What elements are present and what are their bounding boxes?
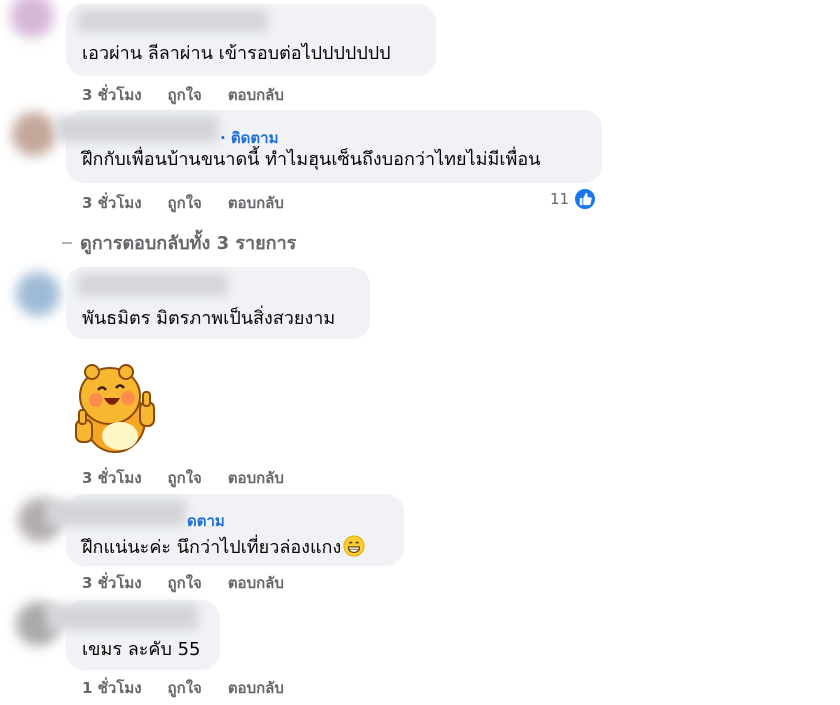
like-button[interactable]: ถูกใจ <box>168 191 202 215</box>
commenter-avatar[interactable] <box>16 272 60 316</box>
reply-button[interactable]: ตอบกลับ <box>228 83 284 107</box>
comment-thread: เอวผ่าน ลีลาผ่าน เข้ารอบต่อไปปปปปปป 3 ชั… <box>0 0 840 705</box>
thumbs-up-bear-sticker <box>75 364 155 453</box>
grinning-face-icon <box>343 535 365 557</box>
comment-text: ฝึกกับเพื่อนบ้านขนาดนี้ ทำไมฮุนเซ็นถึงบอ… <box>82 149 541 170</box>
comment-timestamp[interactable]: 3 ชั่วโมง <box>82 191 142 215</box>
follow-button[interactable]: ดตาม <box>187 509 225 533</box>
view-replies-link[interactable]: ดูการตอบกลับทั้ง 3 รายการ <box>62 228 296 257</box>
like-button[interactable]: ถูกใจ <box>168 466 202 490</box>
like-icon <box>573 187 598 211</box>
reply-button[interactable]: ตอบกลับ <box>228 676 284 700</box>
comment-actions: 3 ชั่วโมง ถูกใจ ตอบกลับ <box>82 191 284 215</box>
reply-button[interactable]: ตอบกลับ <box>228 191 284 215</box>
follow-button[interactable]: · ติดตาม <box>220 126 278 150</box>
reply-timestamp[interactable]: 3 ชั่วโมง <box>82 571 142 595</box>
commenter-avatar[interactable] <box>12 112 56 156</box>
reply-actions: 3 ชั่วโมง ถูกใจ ตอบกลับ <box>82 466 284 490</box>
reaction-summary[interactable]: 11 <box>550 187 598 211</box>
reply-connector <box>62 241 72 244</box>
reply-timestamp[interactable]: 1 ชั่วโมง <box>82 676 142 700</box>
commenter-name-redacted[interactable] <box>46 500 186 526</box>
reply-text: ฝึกแน่นะค่ะ นึกว่าไปเที่ยวล่องแกง <box>82 535 365 560</box>
commenter-name-redacted[interactable] <box>56 116 218 142</box>
reply-text: เขมร ละคับ 55 <box>82 639 201 660</box>
reply-text: พันธมิตร มิตรภาพเป็นสิ่งสวยงาม <box>82 308 336 329</box>
comment-actions: 3 ชั่วโมง ถูกใจ ตอบกลับ <box>82 83 284 107</box>
comment-timestamp[interactable]: 3 ชั่วโมง <box>82 83 142 107</box>
reply-actions: 1 ชั่วโมง ถูกใจ ตอบกลับ <box>82 676 284 700</box>
like-button[interactable]: ถูกใจ <box>168 83 202 107</box>
commenter-name-redacted[interactable] <box>78 10 268 32</box>
reply-text-content: ฝึกแน่นะค่ะ นึกว่าไปเที่ยวล่องแกง <box>82 537 342 558</box>
commenter-name-redacted[interactable] <box>46 604 198 630</box>
reply-button[interactable]: ตอบกลับ <box>228 571 284 595</box>
commenter-avatar[interactable] <box>10 0 54 38</box>
reply-timestamp[interactable]: 3 ชั่วโมง <box>82 466 142 490</box>
reply-button[interactable]: ตอบกลับ <box>228 466 284 490</box>
like-button[interactable]: ถูกใจ <box>168 676 202 700</box>
reaction-count: 11 <box>550 190 570 208</box>
comment-text: เอวผ่าน ลีลาผ่าน เข้ารอบต่อไปปปปปปป <box>82 43 391 64</box>
reply-actions: 3 ชั่วโมง ถูกใจ ตอบกลับ <box>82 571 284 595</box>
view-replies-label: ดูการตอบกลับทั้ง 3 รายการ <box>80 233 297 254</box>
commenter-name-redacted[interactable] <box>78 274 228 296</box>
like-button[interactable]: ถูกใจ <box>168 571 202 595</box>
